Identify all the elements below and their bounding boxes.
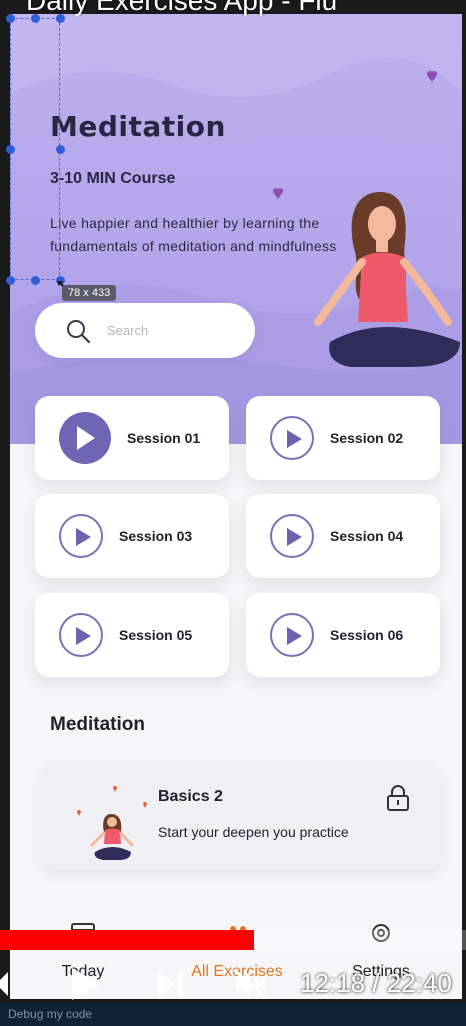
page-description: Live happier and healthier by learning t… (50, 215, 337, 254)
course-duration: 3-10 MIN Course (50, 170, 176, 187)
size-tooltip: 78 x 433 (62, 285, 117, 301)
session-label: Session 04 (330, 528, 404, 544)
play-icon[interactable] (270, 416, 314, 460)
meditation-thumbnail (77, 786, 147, 860)
balloon-icon (272, 188, 284, 199)
lock-icon[interactable] (386, 784, 410, 812)
debug-status-bar[interactable]: Debug my code (0, 1003, 466, 1026)
video-title: Daily Exercises App - Flu (26, 0, 338, 16)
session-card-03[interactable]: Session 03 (35, 494, 229, 578)
next-icon[interactable] (156, 970, 186, 998)
video-progress-fill (0, 930, 254, 950)
meditation-illustration (314, 192, 460, 367)
course-card[interactable]: Basics 2 Start your deepen you practice (41, 764, 441, 870)
resize-handle[interactable] (6, 145, 15, 154)
play-icon[interactable] (68, 966, 102, 1002)
section-title: Meditation (50, 714, 145, 735)
search-icon (67, 320, 91, 344)
play-icon[interactable] (59, 613, 103, 657)
video-time: 12:18 / 22:40 (300, 968, 452, 998)
session-label: Session 06 (330, 627, 404, 643)
search-input[interactable] (107, 317, 237, 343)
balloon-icon (426, 71, 438, 82)
session-label: Session 03 (119, 528, 193, 544)
session-label: Session 01 (127, 430, 201, 446)
previous-icon[interactable] (0, 970, 10, 998)
session-card-05[interactable]: Session 05 (35, 593, 229, 677)
page-title: Meditation (50, 110, 226, 143)
resize-handle[interactable] (56, 145, 65, 154)
video-progress-bar[interactable] (0, 930, 466, 950)
mute-icon[interactable] (232, 968, 268, 1000)
play-icon[interactable] (59, 514, 103, 558)
session-label: Session 02 (330, 430, 404, 446)
play-icon[interactable] (59, 412, 111, 464)
session-card-01[interactable]: Session 01 (35, 396, 229, 480)
play-icon[interactable] (270, 613, 314, 657)
app-screen: Meditation 3-10 MIN Course Live happier … (10, 14, 462, 999)
session-card-02[interactable]: Session 02 (246, 396, 440, 480)
search-bar[interactable] (35, 303, 255, 358)
course-title: Basics 2 (158, 788, 223, 805)
play-icon[interactable] (270, 514, 314, 558)
session-label: Session 05 (119, 627, 193, 643)
session-card-04[interactable]: Session 04 (246, 494, 440, 578)
resize-handle[interactable] (6, 276, 15, 285)
resize-handle[interactable] (31, 276, 40, 285)
session-card-06[interactable]: Session 06 (246, 593, 440, 677)
selection-box (10, 18, 60, 280)
course-subtitle: Start your deepen you practice (158, 824, 349, 840)
